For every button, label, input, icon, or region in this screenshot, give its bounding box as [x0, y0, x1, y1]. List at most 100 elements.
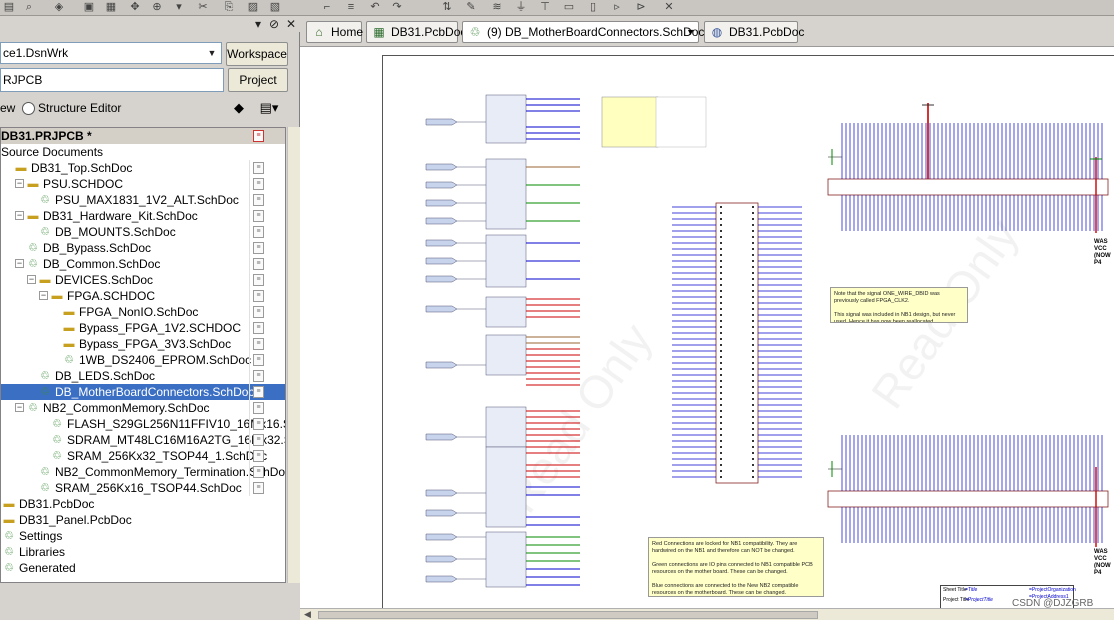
project-button[interactable]: Project — [228, 68, 288, 92]
project-tree[interactable]: DB31.PRJPCB * ≡ Source Documents ▬ DB31_Top.… — [0, 127, 286, 583]
collapse-icon[interactable]: − — [15, 403, 24, 412]
tree-scrollbar[interactable] — [287, 127, 300, 583]
project-field[interactable]: RJPCB — [0, 68, 224, 92]
horizontal-scrollbar[interactable]: ◀ — [300, 608, 1114, 620]
tree-item[interactable]: Source Documents — [1, 144, 285, 160]
note-connections[interactable]: Red Connections are locked for NB1 compa… — [648, 537, 824, 597]
power-port-icon[interactable]: ⏚ — [514, 1, 528, 14]
tree-item[interactable]: ♲ NB2_CommonMemory_Termination.SchDoc ≡ — [1, 464, 285, 480]
tree-item[interactable]: ♲ 1WB_DS2406_EPROM.SchDoc ≡ — [1, 352, 285, 368]
tree-item[interactable]: − ▬ PSU.SCHDOC ≡ — [1, 176, 285, 192]
tree-item-label: DB31.PRJPCB * — [1, 129, 92, 143]
connector-pin — [720, 440, 722, 442]
panel-menu-icon[interactable]: ▾ — [252, 17, 264, 31]
schematic-canvas[interactable]: Read Only Read Only Note that the signal … — [300, 46, 1114, 608]
tab-db31-pcbdoc[interactable]: ▦ DB31.PcbDoc — [366, 21, 466, 43]
connector-block — [485, 406, 527, 448]
tree-item[interactable]: DB31.PRJPCB * ≡ — [1, 128, 285, 144]
schematic-drawing[interactable]: Read Only Read Only — [300, 47, 1114, 608]
sheet-symbol-icon[interactable]: ▯ — [586, 1, 600, 14]
zoom-fit-icon[interactable]: ▦ — [104, 1, 118, 14]
tree-item[interactable]: ♲ DB_Bypass.SchDoc ≡ — [1, 240, 285, 256]
tree-item[interactable]: ♲ SRAM_256Kx16_TSOP44.SchDoc ≡ — [1, 480, 285, 496]
port-icon[interactable]: ⊳ — [634, 1, 648, 14]
options-dropdown-icon[interactable]: ▤▾ — [254, 97, 284, 119]
workspace-select[interactable]: ce1.DsnWrk ▼ — [0, 42, 222, 64]
scroll-thumb[interactable] — [318, 611, 818, 619]
structure-editor-label[interactable]: Structure Editor — [38, 101, 121, 115]
connector-pin — [720, 212, 722, 214]
collapse-icon[interactable]: − — [15, 211, 24, 220]
tree-item[interactable]: ♲ DB_LEDS.SchDoc ≡ — [1, 368, 285, 384]
collapse-icon[interactable]: − — [27, 275, 36, 284]
dropdown-icon[interactable]: ▾ — [172, 1, 186, 14]
sheet-entry-icon[interactable]: ▹ — [610, 1, 624, 14]
connector-pin — [720, 266, 722, 268]
tree-item[interactable]: ▬ DB31.PcbDoc — [1, 496, 285, 512]
tree-item[interactable]: ♲ DB_MotherBoardConnectors.SchDoc ≡ — [1, 384, 285, 400]
connector-pin — [720, 470, 722, 472]
connector-pin — [752, 314, 754, 316]
connector-pin — [720, 428, 722, 430]
tab-motherboard-connectors[interactable]: ♲ (9) DB_MotherBoardConnectors.SchDoc ▼ — [462, 21, 704, 43]
tree-item[interactable]: − ♲ NB2_CommonMemory.SchDoc ≡ — [1, 400, 285, 416]
tree-item[interactable]: ▬ Bypass_FPGA_1V2.SCHDOC ≡ — [1, 320, 285, 336]
collapse-icon[interactable]: − — [15, 259, 24, 268]
structure-editor-radio[interactable] — [22, 102, 35, 115]
search-icon[interactable]: ⌕ — [22, 1, 36, 14]
tree-item[interactable]: − ▬ FPGA.SCHDOC ≡ — [1, 288, 285, 304]
vcc-port-icon[interactable]: ⊤ — [538, 1, 552, 14]
paste-array-icon[interactable]: ▧ — [268, 1, 282, 14]
tree-item[interactable]: ♲ SDRAM_MT48LC16M16A2TG_16Mx32.S ≡ — [1, 432, 285, 448]
tree-item[interactable]: ▬ DB31_Panel.PcbDoc — [1, 512, 285, 528]
layers-icon[interactable]: ◈ — [52, 1, 66, 14]
note-one-wire[interactable]: Note that the signal ONE_WIRE_DBID was p… — [830, 287, 968, 323]
tab-db31-pcbdoc-2[interactable]: ◍ DB31.PcbDoc — [704, 21, 804, 43]
tab-schematic-label: (9) DB_MotherBoardConnectors.SchDoc — [487, 25, 705, 39]
schematic-icon: ♲ — [40, 194, 50, 206]
no-erc-icon[interactable]: ✕ — [662, 1, 676, 14]
document-status-icon: ≡ — [253, 482, 264, 494]
tab-home[interactable]: ⌂ Home — [306, 21, 363, 43]
file-view-label[interactable]: ew — [0, 101, 15, 115]
cut-icon[interactable]: ✂ — [196, 1, 210, 14]
compile-icon[interactable]: ◆ — [228, 97, 250, 119]
redo-icon[interactable]: ↷ — [390, 1, 404, 14]
tree-item[interactable]: ♲ Generated — [1, 560, 285, 576]
tree-item[interactable]: ♲ SRAM_256Kx32_TSOP44_1.SchDoc ≡ — [1, 448, 285, 464]
tree-item[interactable]: ♲ Libraries — [1, 544, 285, 560]
close-icon[interactable]: ✕ — [285, 17, 297, 31]
undo-icon[interactable]: ↶ — [368, 1, 382, 14]
open-icon[interactable]: ▤ — [2, 1, 16, 14]
tree-item[interactable]: ▬ DB31_Top.SchDoc ≡ — [1, 160, 285, 176]
place-wire-icon[interactable]: ⌐ — [320, 1, 334, 14]
collapse-icon[interactable]: − — [39, 291, 48, 300]
tree-item[interactable]: − ♲ DB_Common.SchDoc ≡ — [1, 256, 285, 272]
part-icon[interactable]: ▭ — [562, 1, 576, 14]
pin-icon[interactable]: ⊘ — [268, 17, 280, 31]
connector-pin — [720, 230, 722, 232]
zoom-select-icon[interactable]: ⊕ — [150, 1, 164, 14]
workspace-button[interactable]: Workspace — [226, 42, 288, 66]
copy-icon[interactable]: ⎘ — [222, 1, 236, 14]
tree-item[interactable]: ♲ PSU_MAX1831_1V2_ALT.SchDoc ≡ — [1, 192, 285, 208]
zoom-icon[interactable]: ▣ — [82, 1, 96, 14]
tree-item[interactable]: ♲ DB_MOUNTS.SchDoc ≡ — [1, 224, 285, 240]
chevron-down-icon[interactable]: ▼ — [205, 45, 219, 61]
tree-item[interactable]: ♲ FLASH_S29GL256N11FFIV10_16Mx16.S ≡ — [1, 416, 285, 432]
paste-icon[interactable]: ▨ — [246, 1, 260, 14]
place-bus-icon[interactable]: ≡ — [344, 1, 358, 14]
tree-item[interactable]: − ▬ DEVICES.SchDoc ≡ — [1, 272, 285, 288]
select-icon[interactable]: ✥ — [128, 1, 142, 14]
hierarchy-icon[interactable]: ⇅ — [440, 1, 454, 14]
net-label-icon[interactable]: ≋ — [490, 1, 504, 14]
probe-icon[interactable]: ✎ — [464, 1, 478, 14]
chevron-down-icon[interactable]: ▼ — [686, 22, 695, 42]
tree-item[interactable]: − ▬ DB31_Hardware_Kit.SchDoc ≡ — [1, 208, 285, 224]
collapse-icon[interactable]: − — [15, 179, 24, 188]
tree-item[interactable]: ▬ Bypass_FPGA_3V3.SchDoc ≡ — [1, 336, 285, 352]
tree-item[interactable]: ▬ FPGA_NonIO.SchDoc ≡ — [1, 304, 285, 320]
document-status-icon: ≡ — [253, 402, 264, 414]
scroll-left-icon[interactable]: ◀ — [304, 609, 311, 620]
tree-item[interactable]: ♲ Settings — [1, 528, 285, 544]
